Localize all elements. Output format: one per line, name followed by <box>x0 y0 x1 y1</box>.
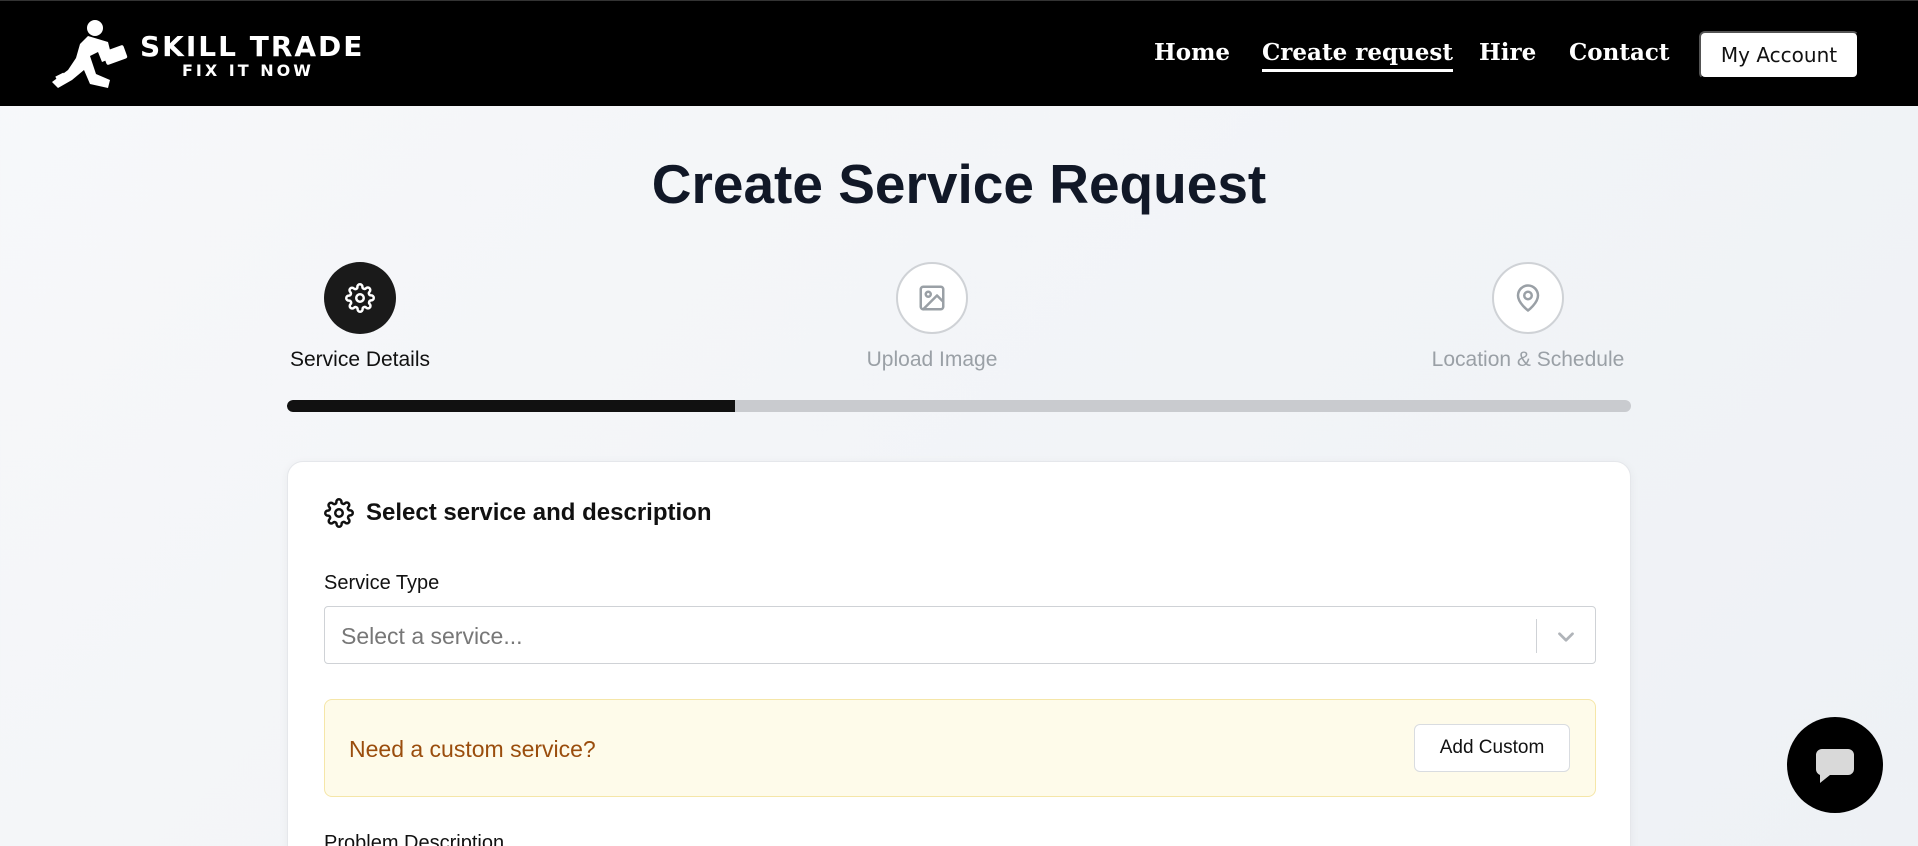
progress-bar-fill <box>287 400 735 412</box>
page-title: Create Service Request <box>651 153 1267 215</box>
image-icon <box>919 285 945 311</box>
handyman-logo-icon <box>52 20 128 88</box>
custom-service-prompt: Need a custom service? <box>349 736 596 762</box>
step-location-schedule[interactable]: Location & Schedule <box>1423 262 1633 372</box>
step-circle-inactive <box>896 262 968 334</box>
gear-icon <box>324 498 354 528</box>
step-label: Service Details <box>289 348 431 371</box>
service-details-card: Select service and description Service T… <box>287 461 1631 846</box>
add-custom-button[interactable]: Add Custom <box>1414 724 1570 772</box>
step-circle-active <box>324 262 396 334</box>
step-service-details[interactable]: Service Details <box>287 262 433 372</box>
nav-link-home[interactable]: Home <box>1154 38 1230 68</box>
top-navbar: SKILL TRADE FIX IT NOW Home Create reque… <box>0 0 1918 106</box>
custom-service-banner: Need a custom service? Add Custom <box>324 699 1596 797</box>
my-account-button[interactable]: My Account <box>1699 31 1859 79</box>
brand-logo[interactable]: SKILL TRADE FIX IT NOW <box>50 18 364 94</box>
chevron-down-icon[interactable] <box>1553 624 1579 650</box>
card-header: Select service and description <box>324 498 711 528</box>
step-label: Location & Schedule <box>1431 348 1625 371</box>
service-type-select[interactable]: Select a service... <box>324 606 1596 664</box>
progress-bar <box>287 400 1631 412</box>
chat-bubble-icon <box>1815 749 1854 783</box>
step-upload-image[interactable]: Upload Image <box>856 262 1008 372</box>
service-type-placeholder: Select a service... <box>341 623 523 649</box>
select-divider <box>1536 619 1537 653</box>
chat-button[interactable] <box>1787 717 1883 813</box>
step-circle-inactive <box>1492 262 1564 334</box>
step-label: Upload Image <box>866 348 998 371</box>
problem-description-label: Problem Description <box>324 832 505 846</box>
location-pin-icon <box>1516 284 1540 312</box>
brand-title: SKILL TRADE <box>140 30 365 63</box>
nav-link-hire[interactable]: Hire <box>1479 38 1536 68</box>
nav-link-create-request[interactable]: Create request <box>1262 38 1453 72</box>
service-type-label: Service Type <box>324 572 440 594</box>
brand-tagline: FIX IT NOW <box>182 61 314 80</box>
gear-icon <box>345 283 375 313</box>
card-title: Select service and description <box>366 499 712 526</box>
nav-link-contact[interactable]: Contact <box>1569 38 1670 68</box>
